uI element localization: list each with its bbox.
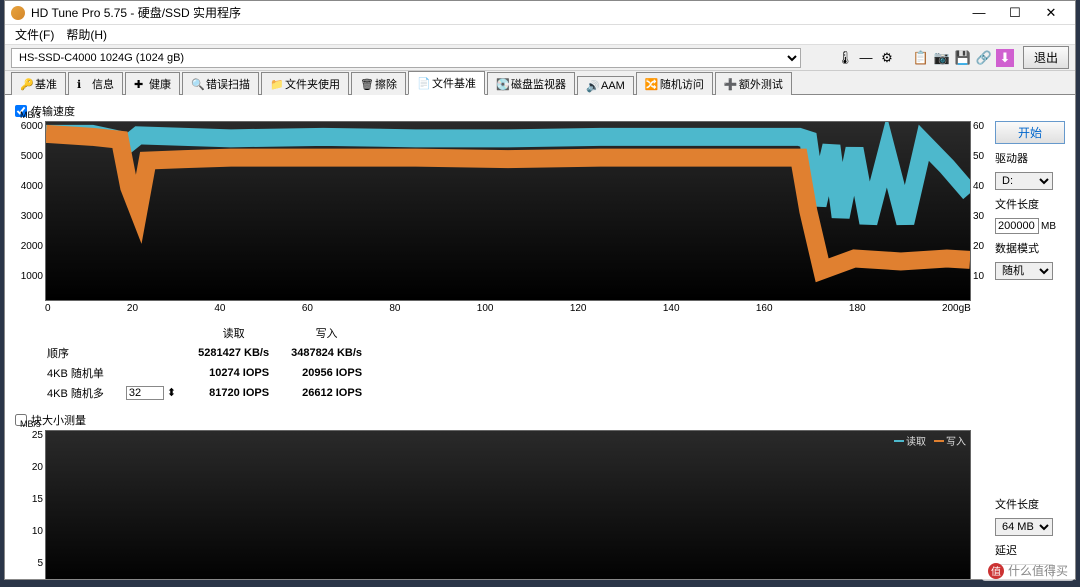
chart1-x-axis: 020406080100120140160180200gB xyxy=(45,301,971,316)
watermark: 值 什么值得买 xyxy=(982,560,1074,581)
tab-filebench[interactable]: 📄文件基准 xyxy=(408,71,485,95)
download-icon[interactable]: ⬇ xyxy=(996,49,1014,67)
filelen-input[interactable] xyxy=(995,218,1039,234)
temp-display: — xyxy=(857,49,875,67)
tab-randomaccess[interactable]: 🔀随机访问 xyxy=(636,72,713,95)
close-button[interactable]: ✕ xyxy=(1033,2,1069,24)
menu-help[interactable]: 帮助(H) xyxy=(60,24,113,45)
tab-health[interactable]: ✚健康 xyxy=(125,72,180,95)
chart1-read-line xyxy=(46,134,970,223)
exit-button[interactable]: 退出 xyxy=(1023,46,1069,69)
titlebar: HD Tune Pro 5.75 - 硬盘/SSD 实用程序 — ☐ ✕ xyxy=(5,1,1075,25)
settings-icon[interactable]: ⚙ xyxy=(878,49,896,67)
chart1-canvas xyxy=(45,121,971,301)
tab-erase[interactable]: 🗑擦除 xyxy=(351,72,406,95)
table-row: 4KB 随机单 10274 IOPS 20956 IOPS xyxy=(47,364,382,382)
window-title: HD Tune Pro 5.75 - 硬盘/SSD 实用程序 xyxy=(31,4,961,21)
copy-icon[interactable]: 📋 xyxy=(912,49,930,67)
table-row: 4KB 随机多 ⬍ 81720 IOPS 26612 IOPS xyxy=(47,384,382,402)
tab-aam[interactable]: 🔊AAM xyxy=(577,76,634,95)
screenshot-icon[interactable]: 📷 xyxy=(933,49,951,67)
table-row: 顺序 5281427 KB/s 3487824 KB/s xyxy=(47,344,382,362)
drive-select[interactable]: HS-SSD-C4000 1024G (1024 gB) xyxy=(11,48,801,68)
side-panel-top: 开始 驱动器 D: 文件长度 MB 数据模式 随机 xyxy=(995,121,1065,316)
chart1-y-axis-right: 605040302010 xyxy=(973,121,991,301)
menubar: 文件(F) 帮助(H) xyxy=(5,25,1075,45)
temperature-icon[interactable]: 🌡 xyxy=(836,49,854,67)
chart1-y-axis: 600050004000300020001000 xyxy=(15,121,43,301)
menu-file[interactable]: 文件(F) xyxy=(9,24,60,45)
link-icon[interactable]: 🔗 xyxy=(975,49,993,67)
qd-spinner[interactable] xyxy=(126,386,164,400)
tab-errorscan[interactable]: 🔍错误扫描 xyxy=(182,72,259,95)
watermark-icon: 值 xyxy=(988,563,1004,579)
datamode-select[interactable]: 随机 xyxy=(995,262,1053,280)
minimize-button[interactable]: — xyxy=(961,2,997,24)
start-button[interactable]: 开始 xyxy=(995,121,1065,144)
tabbar: 🔑基准 ℹ信息 ✚健康 🔍错误扫描 📁文件夹使用 🗑擦除 📄文件基准 💽磁盘监视… xyxy=(5,71,1075,95)
tab-extratests[interactable]: ➕额外测试 xyxy=(715,72,792,95)
tab-folderusage[interactable]: 📁文件夹使用 xyxy=(261,72,349,95)
results-table: 读取 写入 顺序 5281427 KB/s 3487824 KB/s 4KB 随… xyxy=(45,322,384,404)
save-icon[interactable]: 💾 xyxy=(954,49,972,67)
tab-info[interactable]: ℹ信息 xyxy=(68,72,123,95)
driver-select[interactable]: D: xyxy=(995,172,1053,190)
tab-diskmonitor[interactable]: 💽磁盘监视器 xyxy=(487,72,575,95)
toolbar: HS-SSD-C4000 1024G (1024 gB) 🌡 — ⚙ 📋 📷 💾… xyxy=(5,45,1075,71)
app-icon xyxy=(11,6,25,20)
tab-benchmark[interactable]: 🔑基准 xyxy=(11,72,66,95)
chart2-canvas: 读取 写入 xyxy=(45,430,971,579)
side-panel-bottom: 文件长度 64 MB 延迟 xyxy=(995,430,1065,579)
chart2-y-axis: 252015105 xyxy=(15,430,43,579)
maximize-button[interactable]: ☐ xyxy=(997,2,1033,24)
chart2-legend: 读取 写入 xyxy=(894,433,966,448)
filelen2-select[interactable]: 64 MB xyxy=(995,518,1053,536)
